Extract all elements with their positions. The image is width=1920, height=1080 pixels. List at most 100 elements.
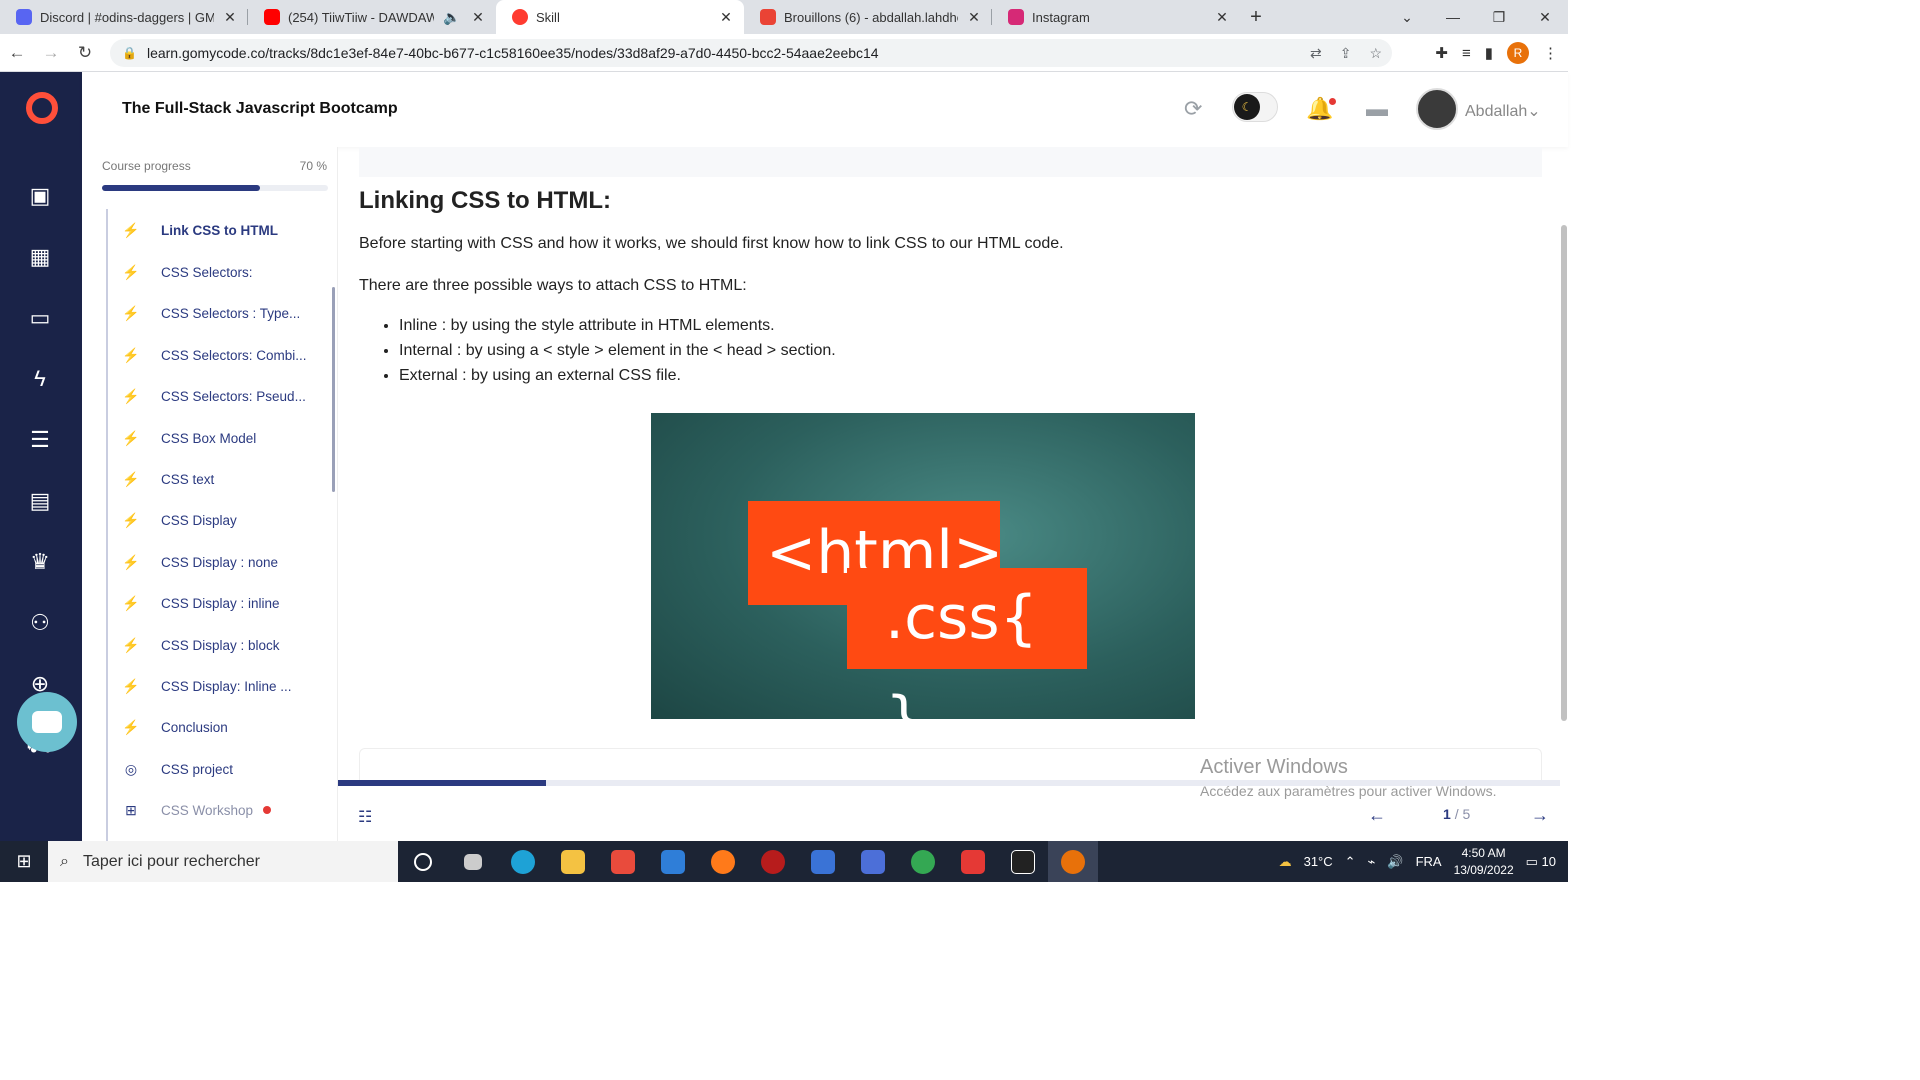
close-icon[interactable]: ✕ — [222, 9, 238, 26]
lesson-item[interactable]: ⊞ CSS Workshop — [108, 795, 328, 825]
ways-paragraph: There are three possible ways to attach … — [359, 277, 747, 294]
message-icon[interactable]: ▬ — [1366, 96, 1388, 122]
cortana-icon[interactable] — [398, 841, 448, 882]
url-input[interactable]: 🔒 learn.gomycode.co/tracks/8dc1e3ef-84e7… — [110, 39, 1392, 67]
lightning-icon: ⚡ — [122, 387, 140, 404]
notifications-icon[interactable]: ▭ 10 — [1526, 854, 1556, 870]
lesson-item[interactable]: ⚡ Conclusion — [108, 712, 328, 742]
dark-mode-toggle[interactable]: ☾ — [1232, 92, 1278, 122]
laptop-icon[interactable]: ▭ — [26, 304, 54, 332]
close-icon[interactable]: ✕ — [718, 9, 734, 26]
mail-icon[interactable] — [648, 841, 698, 882]
lesson-item[interactable]: ⚡ CSS Selectors: — [108, 257, 328, 287]
browser-tab-discord[interactable]: Discord | #odins-daggers | GMC ✕ — [0, 0, 248, 34]
close-icon[interactable]: ✕ — [1214, 9, 1230, 26]
close-icon[interactable]: ✕ — [966, 9, 982, 26]
avatar[interactable] — [1416, 88, 1458, 130]
lesson-item[interactable]: ⚡ CSS Selectors: Pseud... — [108, 381, 328, 411]
tab-title: Instagram — [1032, 9, 1090, 25]
lesson-item[interactable]: ⚡ CSS Display : inline — [108, 588, 328, 618]
speaker-icon[interactable]: 🔈 — [442, 9, 462, 26]
show-hidden-icon[interactable]: ⌃ — [1345, 854, 1356, 870]
lesson-item[interactable]: ⚡ CSS Display : none — [108, 547, 328, 577]
browser-tab-bar: Discord | #odins-daggers | GMC ✕ (254) T… — [0, 0, 1568, 34]
lesson-item[interactable]: ⚡ CSS text — [108, 464, 328, 494]
lightning-icon[interactable]: ϟ — [26, 365, 54, 393]
lesson-item[interactable]: ⚡ CSS Box Model — [108, 423, 328, 453]
sidebar-scrollbar[interactable] — [332, 287, 335, 492]
epic-games-icon[interactable] — [998, 841, 1048, 882]
edge-icon[interactable] — [498, 841, 548, 882]
address-bar: ← → ↻ 🔒 learn.gomycode.co/tracks/8dc1e3e… — [0, 34, 1568, 72]
firefox-icon[interactable] — [698, 841, 748, 882]
minimize-icon[interactable]: — — [1430, 0, 1476, 34]
volume-icon[interactable]: 🔊 — [1387, 854, 1403, 870]
close-icon[interactable]: ✕ — [470, 9, 486, 26]
hierarchy-icon[interactable]: ⚇ — [26, 609, 54, 637]
profile-avatar[interactable]: R — [1507, 42, 1529, 64]
lesson-content: Linking CSS to HTML: Before starting wit… — [338, 147, 1560, 780]
share-icon[interactable]: ⇪ — [1340, 45, 1352, 62]
document-icon[interactable]: ▤ — [26, 487, 54, 515]
close-window-icon[interactable]: ✕ — [1522, 0, 1568, 34]
back-icon[interactable]: ← — [0, 43, 34, 63]
new-tab-button[interactable]: + — [1240, 0, 1272, 34]
forward-icon[interactable]: → — [34, 43, 68, 63]
vpn-shield-icon[interactable] — [798, 841, 848, 882]
menu-dots-icon[interactable]: ⋮ — [1543, 44, 1558, 62]
browser-tab-instagram[interactable]: Instagram ✕ — [992, 0, 1240, 34]
chrome-profile-icon[interactable] — [1048, 841, 1098, 882]
network-icon[interactable]: ⌁ — [1368, 854, 1376, 870]
gomycode-logo[interactable] — [26, 92, 58, 124]
weather-icon[interactable]: ☁ — [1279, 854, 1292, 870]
clock[interactable]: 4:50 AM 13/09/2022 — [1454, 845, 1514, 879]
lesson-item[interactable]: ⚡ CSS Display — [108, 505, 328, 535]
side-panel-icon[interactable]: ▮ — [1485, 44, 1493, 62]
browser-tab-gmail[interactable]: Brouillons (6) - abdallah.lahdheri ✕ — [744, 0, 992, 34]
store-icon[interactable] — [598, 841, 648, 882]
lightning-icon: ⚡ — [122, 470, 140, 487]
lesson-item[interactable]: ◎ CSS project — [108, 754, 328, 784]
gomycode-icon — [512, 9, 528, 25]
outline-icon[interactable]: ☷ — [358, 807, 372, 827]
lesson-item[interactable]: ⚡ CSS Display: Inline ... — [108, 671, 328, 701]
lock-icon[interactable]: 🔒 — [122, 46, 137, 60]
tab-search-icon[interactable]: ⌄ — [1384, 0, 1430, 34]
app-blue-icon[interactable] — [848, 841, 898, 882]
temperature[interactable]: 31°C — [1304, 854, 1333, 869]
windows-start-icon[interactable]: ⊞ — [0, 851, 48, 872]
media-control-icon[interactable]: ≡ — [1462, 45, 1471, 62]
support-chat-button[interactable] — [17, 692, 77, 752]
app-red-square-icon[interactable] — [948, 841, 998, 882]
next-arrow-icon[interactable]: → — [1531, 805, 1549, 826]
user-menu[interactable]: Abdallah⌄ — [1465, 101, 1541, 121]
calendar-icon[interactable]: ▦ — [26, 243, 54, 271]
task-view-icon[interactable] — [448, 841, 498, 882]
chat-icon[interactable]: ☰ — [26, 426, 54, 454]
sync-icon[interactable]: ⟳ — [1184, 96, 1202, 122]
clock-time: 4:50 AM — [1461, 845, 1506, 860]
previous-arrow-icon[interactable]: ← — [1368, 805, 1386, 826]
page-scrollbar[interactable] — [1561, 225, 1567, 721]
app-red-icon[interactable] — [748, 841, 798, 882]
translate-icon[interactable]: ⇄ — [1310, 45, 1322, 62]
trophy-icon[interactable]: ♛ — [26, 548, 54, 576]
ways-list: Inline : by using the style attribute in… — [383, 317, 836, 392]
maximize-icon[interactable]: ❐ — [1476, 0, 1522, 34]
language-indicator[interactable]: FRA — [1416, 854, 1442, 869]
lesson-item[interactable]: ⚡ CSS Selectors : Type... — [108, 298, 328, 328]
bookmark-star-icon[interactable]: ☆ — [1369, 45, 1382, 62]
browser-tab-youtube[interactable]: (254) TiiwTiiw - DAWDAW ft 🔈 ✕ — [248, 0, 496, 34]
taskbar-search[interactable]: ⌕ Taper ici pour rechercher — [48, 841, 398, 882]
browser-tab-skill[interactable]: Skill ✕ — [496, 0, 744, 34]
file-explorer-icon[interactable] — [548, 841, 598, 882]
lesson-item[interactable]: ⚡ CSS Display : block — [108, 630, 328, 660]
reload-icon[interactable]: ↻ — [68, 43, 102, 63]
chrome-icon[interactable] — [898, 841, 948, 882]
lesson-item[interactable]: ⚡ Link CSS to HTML — [108, 215, 328, 245]
lesson-item[interactable]: ⚡ CSS Selectors: Combi... — [108, 340, 328, 370]
tracks-icon[interactable]: ▣ — [26, 182, 54, 210]
lesson-label: CSS Selectors : Type... — [161, 305, 301, 321]
clock-date: 13/09/2022 — [1453, 862, 1514, 877]
extensions-icon[interactable]: ✚ — [1435, 44, 1448, 62]
